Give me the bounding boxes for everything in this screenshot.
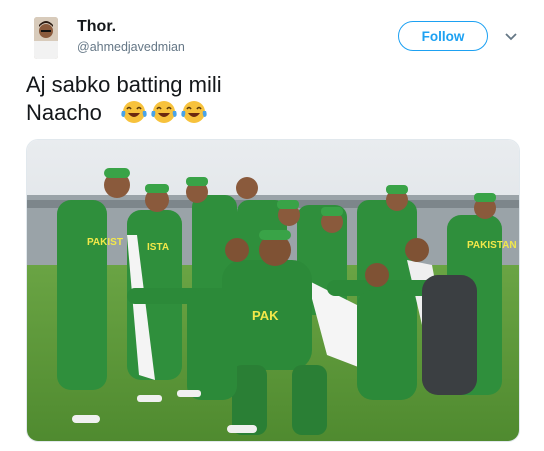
avatar[interactable] <box>34 17 58 59</box>
tweet-text-line: Aj sabko batting mili <box>26 72 222 97</box>
tears-of-joy-emoji-icon <box>121 101 147 123</box>
jersey-text: PAKISTAN <box>467 240 517 251</box>
jersey-text: PAK <box>252 308 279 323</box>
tears-of-joy-emoji-icon <box>151 101 177 123</box>
jersey-text: ISTA <box>147 242 169 253</box>
display-name[interactable]: Thor. <box>77 18 116 36</box>
tweet-text-line: Naacho <box>26 100 102 125</box>
follow-button[interactable]: Follow <box>398 21 488 51</box>
tweet-text: Aj sabko batting mili Naacho <box>26 71 222 127</box>
chevron-down-icon[interactable] <box>505 32 517 42</box>
jersey-text: PAKIST <box>87 237 123 248</box>
user-handle[interactable]: @ahmedjavedmian <box>77 40 185 54</box>
tweet-card: Thor. @ahmedjavedmian Follow Aj sabko ba… <box>0 0 544 451</box>
tweet-photo[interactable]: PAKIST ISTA PAK PAKISTAN <box>26 139 520 442</box>
tears-of-joy-emoji-icon <box>181 101 207 123</box>
